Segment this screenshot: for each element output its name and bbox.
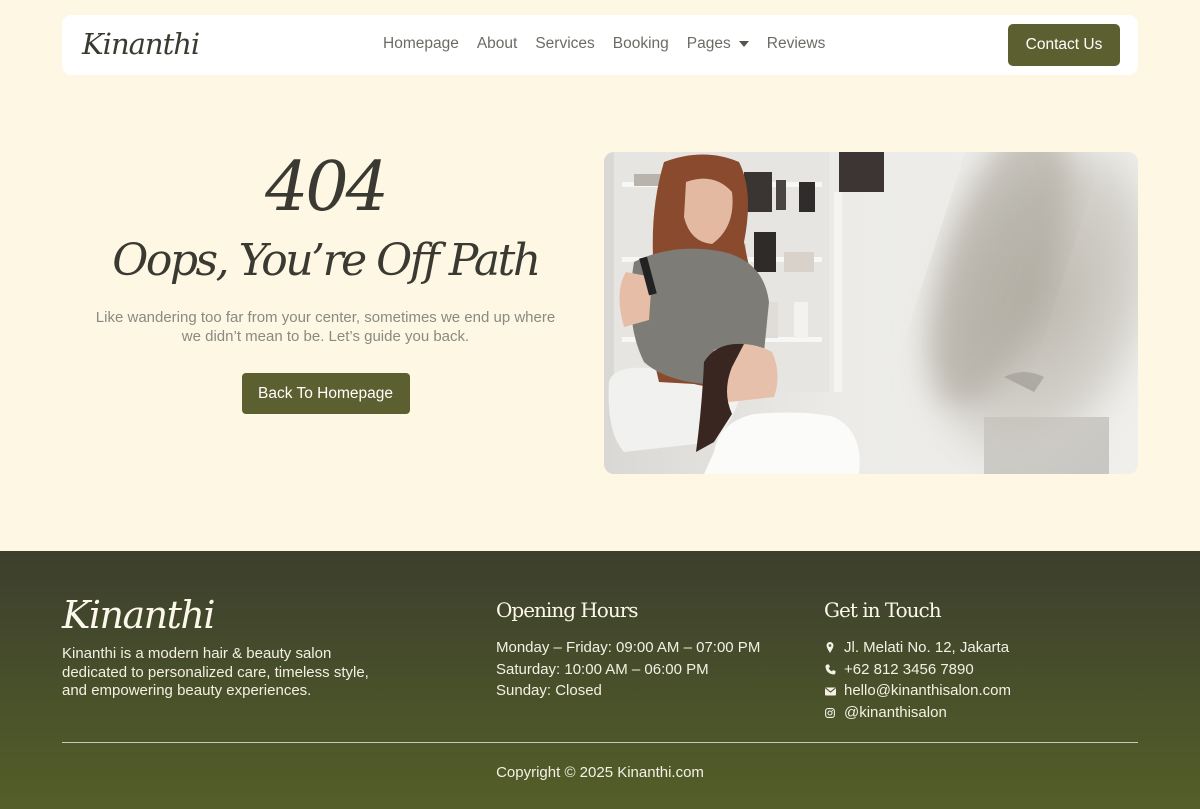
copyright-text: Copyright © 2025 Kinanthi.com (496, 764, 704, 781)
get-in-touch-title: Get in Touch (824, 598, 942, 622)
error-title: Oops, You’re Off Path (112, 235, 541, 286)
nav-services[interactable]: Services (535, 35, 594, 53)
nav-pages-dropdown[interactable]: Pages (687, 35, 749, 53)
footer-description: Kinanthi is a modern hair & beauty salon… (62, 645, 369, 699)
contact-us-button[interactable]: Contact Us (1008, 24, 1120, 66)
contact-instagram: @kinanthisalon (824, 702, 1011, 724)
contact-phone: +62 812 3456 7890 (824, 659, 1011, 681)
phone-link[interactable]: +62 812 3456 7890 (844, 659, 974, 681)
main-menu: Homepage About Services Booking Pages Re… (383, 35, 825, 53)
contact-address: Jl. Melati No. 12, Jakarta (824, 637, 1011, 659)
salon-photo (604, 152, 1138, 474)
brand-logo[interactable]: Kinanthi (82, 27, 200, 61)
nav-pages[interactable]: Pages (687, 35, 731, 53)
hours-weekdays: Monday – Friday: 09:00 AM – 07:00 PM (496, 639, 761, 656)
nav-about[interactable]: About (477, 35, 518, 53)
mail-icon (824, 685, 836, 697)
nav-booking[interactable]: Booking (613, 35, 669, 53)
contact-email: hello@kinanthisalon.com (824, 680, 1011, 702)
footer: Kinanthi Kinanthi is a modern hair & bea… (0, 551, 1200, 809)
address-text: Jl. Melati No. 12, Jakarta (844, 639, 1010, 656)
email-link[interactable]: hello@kinanthisalon.com (844, 680, 1011, 702)
navbar: Kinanthi Homepage About Services Booking… (62, 15, 1138, 75)
hours-saturday: Saturday: 10:00 AM – 06:00 PM (496, 660, 709, 678)
instagram-link[interactable]: @kinanthisalon (844, 702, 947, 724)
opening-hours-title: Opening Hours (496, 598, 639, 622)
error-description: Like wandering too far from your center,… (95, 309, 556, 345)
footer-brand-logo[interactable]: Kinanthi (62, 593, 216, 637)
nav-homepage[interactable]: Homepage (383, 35, 459, 53)
back-to-homepage-button[interactable]: Back To Homepage (241, 373, 410, 414)
opening-hours-list: Monday – Friday: 09:00 AM – 07:00 PM Sat… (496, 637, 760, 702)
instagram-icon (824, 707, 836, 719)
phone-icon (824, 664, 836, 676)
hours-sunday: Sunday: Closed (496, 682, 602, 700)
error-code: 404 (265, 148, 389, 227)
chevron-down-icon (738, 39, 749, 50)
nav-reviews[interactable]: Reviews (767, 35, 826, 53)
footer-divider (62, 742, 1138, 743)
contact-list: Jl. Melati No. 12, Jakarta +62 812 3456 … (824, 637, 1011, 724)
map-pin-icon (824, 642, 836, 654)
error-section: 404 Oops, You’re Off Path Like wandering… (62, 150, 589, 414)
